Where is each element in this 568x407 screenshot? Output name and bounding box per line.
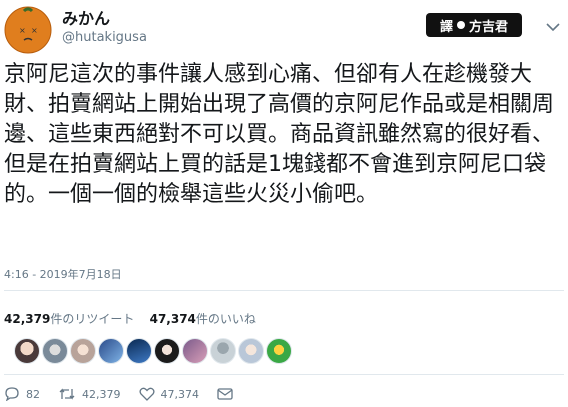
badge-dot-icon (457, 21, 465, 29)
like-button[interactable]: 47,374 (138, 387, 200, 401)
tweet-text: 京阿尼這次的事件讓人感到心痛、但卻有人在趁機發大財、拍賣網站上開始出現了高價的京… (4, 62, 555, 207)
liker-avatar[interactable] (182, 338, 208, 364)
badge-left-text: 譯 (439, 19, 453, 35)
liker-avatar[interactable] (210, 338, 236, 364)
like-count: 47,374 (149, 312, 196, 326)
engagement-stats: 42,379件のリツイート 47,374件のいいね (4, 310, 256, 327)
action-bar: 82 42,379 47,374 (4, 387, 251, 401)
author-avatar[interactable]: × × (4, 6, 52, 54)
liker-avatar[interactable] (42, 338, 68, 364)
badge-right-text: 方吉君 (469, 19, 509, 35)
message-button[interactable] (217, 388, 233, 400)
reply-count: 82 (26, 387, 40, 401)
svg-text:×: × (19, 26, 26, 35)
retweet-label: 件のリツイート (50, 312, 135, 326)
retweet-action-count: 42,379 (82, 387, 121, 401)
svg-text:×: × (31, 26, 38, 35)
divider (4, 290, 564, 291)
retweet-icon (59, 388, 75, 400)
like-action-count: 47,374 (160, 387, 200, 401)
retweet-button[interactable]: 42,379 (58, 387, 121, 401)
liker-avatar[interactable] (70, 338, 96, 364)
liker-avatar[interactable] (98, 338, 124, 364)
reply-button[interactable]: 82 (4, 387, 40, 401)
liker-avatar[interactable] (238, 338, 264, 364)
retweet-count: 42,379 (4, 312, 51, 326)
heart-icon (138, 387, 155, 401)
liker-avatar[interactable] (266, 338, 292, 364)
liker-avatars (14, 338, 292, 364)
orange-fruit-face-icon: × × (4, 6, 52, 54)
reply-icon (5, 387, 19, 401)
like-label: 件のいいね (195, 312, 256, 326)
liker-avatar[interactable] (14, 338, 40, 364)
tweet-timestamp[interactable]: 4:16 - 2019年7月18日 (4, 266, 122, 282)
retweet-stat[interactable]: 42,379件のリツイート (4, 312, 134, 326)
envelope-icon (217, 388, 233, 400)
author-handle[interactable]: @hutakigusa (62, 30, 147, 45)
more-options-chevron-icon[interactable] (546, 17, 560, 36)
divider (4, 374, 564, 375)
liker-avatar[interactable] (154, 338, 180, 364)
like-stat[interactable]: 47,374件のいいね (150, 312, 256, 326)
translator-badge: 譯 方吉君 (426, 13, 522, 37)
liker-avatar[interactable] (126, 338, 152, 364)
author-name[interactable]: みかん (62, 5, 110, 29)
